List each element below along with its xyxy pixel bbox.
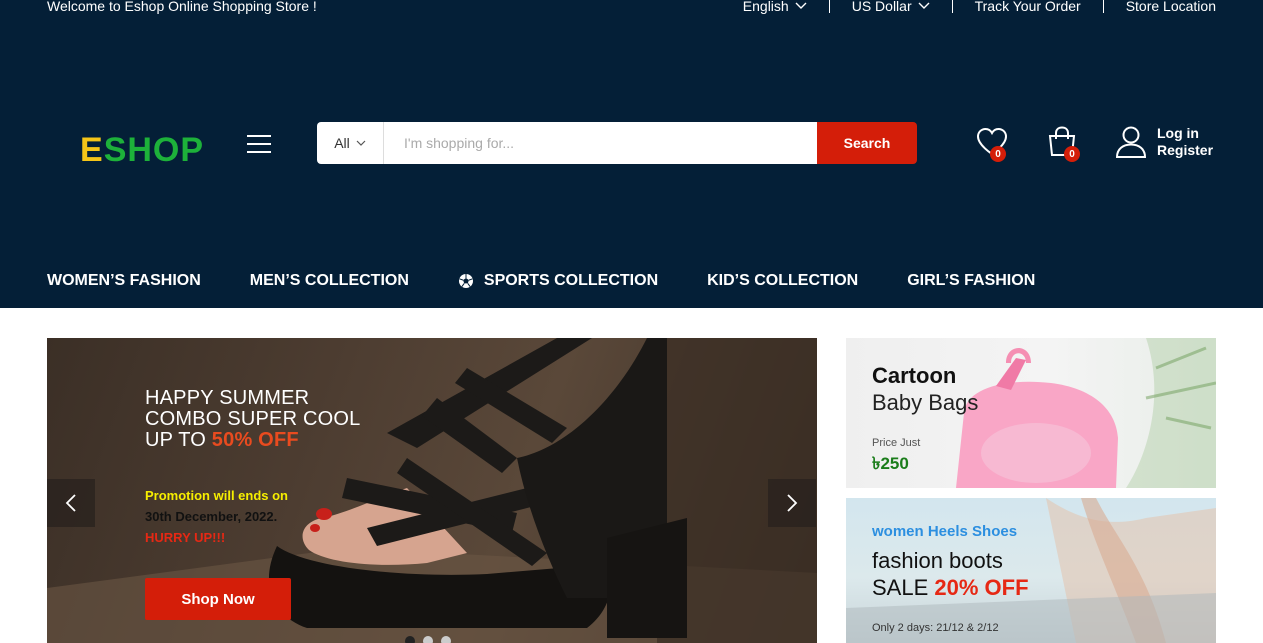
wishlist-button[interactable]: 0 xyxy=(975,124,1015,164)
currency-selector[interactable]: US Dollar xyxy=(852,0,930,14)
banner-shoes-sale: SALE 20% OFF xyxy=(872,575,1029,601)
slider-dot[interactable] xyxy=(441,636,451,643)
nav-item-label: SPORTS COLLECTION xyxy=(483,272,659,289)
banner-shoes-title: fashion boots xyxy=(872,548,1003,573)
shop-now-button[interactable]: Shop Now xyxy=(145,578,291,620)
banner-shoes-tagline: women Heels Shoes xyxy=(872,523,1018,540)
slider-dot[interactable] xyxy=(423,636,433,643)
nav-item-womens-fashion[interactable]: WOMEN’S FASHION xyxy=(47,272,201,290)
store-location-link[interactable]: Store Location xyxy=(1126,0,1216,14)
slider-prev-button[interactable] xyxy=(47,479,95,527)
menu-icon[interactable] xyxy=(247,135,273,153)
nav-item-label: KID’S COLLECTION xyxy=(707,272,859,289)
promo-line-3: HURRY UP!!! xyxy=(145,530,226,545)
nav-item-girls-fashion[interactable]: GIRL’S FASHION xyxy=(907,272,1035,290)
hero-text: HAPPY SUMMER COMBO SUPER COOL UP TO 50% … xyxy=(145,388,360,548)
main-navigation: WOMEN’S FASHION MEN’S COLLECTION SPORTS … xyxy=(47,272,1084,290)
wishlist-count-badge: 0 xyxy=(990,146,1006,162)
language-label: English xyxy=(742,0,789,14)
slider-dot[interactable] xyxy=(405,636,415,643)
nav-item-label: GIRL’S FASHION xyxy=(907,272,1036,289)
cart-count-badge: 0 xyxy=(1064,146,1080,162)
banner-bags-price-label: Price Just xyxy=(872,437,921,449)
divider xyxy=(1102,0,1104,13)
banner-shoes-note: Only 2 days: 21/12 & 2/12 xyxy=(872,622,999,634)
nav-item-label: MEN’S COLLECTION xyxy=(249,272,409,289)
chevron-down-icon xyxy=(356,140,366,146)
slider-next-button[interactable] xyxy=(768,479,816,527)
track-order-link[interactable]: Track Your Order xyxy=(975,0,1081,14)
search-bar: All Search xyxy=(317,122,917,164)
hero-offer: 50% OFF xyxy=(211,429,299,451)
hero-line-2: COMBO SUPER COOL xyxy=(145,408,361,430)
hero-slider: HAPPY SUMMER COMBO SUPER COOL UP TO 50% … xyxy=(47,338,817,643)
banner-heels-shoes[interactable]: women Heels Shoes fashion boots SALE 20%… xyxy=(846,498,1216,643)
site-header: Welcome to Eshop Online Shopping Store !… xyxy=(0,0,1263,308)
hero-line-1: HAPPY SUMMER xyxy=(145,387,310,409)
hero-line-3-prefix: UP TO xyxy=(145,429,212,451)
divider xyxy=(828,0,830,13)
divider xyxy=(951,0,953,13)
chevron-down-icon xyxy=(795,2,807,9)
search-category-label: All xyxy=(334,135,350,151)
search-input[interactable] xyxy=(384,122,817,164)
banner-bags-price: ৳250 xyxy=(872,454,909,473)
account-links: Log in Register xyxy=(1115,125,1213,159)
register-link[interactable]: Register xyxy=(1157,142,1213,159)
hero-headline: HAPPY SUMMER COMBO SUPER COOL UP TO 50% … xyxy=(145,388,360,451)
chevron-left-icon xyxy=(65,494,76,512)
promo-line-2: 30th December, 2022. xyxy=(145,509,278,524)
nav-item-kids-collection[interactable]: KID’S COLLECTION xyxy=(707,272,858,290)
welcome-text: Welcome to Eshop Online Shopping Store ! xyxy=(47,0,317,14)
topbar-links: English US Dollar Track Your Order Store… xyxy=(743,0,1216,14)
search-button[interactable]: Search xyxy=(817,122,917,164)
banner-bags-subtitle: Baby Bags xyxy=(872,390,979,415)
banner-shoes-sale-prefix: SALE xyxy=(872,575,935,600)
banner-bags-title: Cartoon xyxy=(872,363,957,388)
account-labels: Log in Register xyxy=(1157,125,1213,159)
language-selector[interactable]: English xyxy=(743,0,807,14)
site-logo[interactable]: ESHOP xyxy=(80,130,204,170)
soccer-ball-icon xyxy=(458,274,473,288)
chevron-right-icon xyxy=(787,494,798,512)
currency-label: US Dollar xyxy=(851,0,912,14)
nav-item-label: WOMEN’S FASHION xyxy=(47,272,201,289)
banner-shoes-offer: 20% OFF xyxy=(934,575,1029,600)
nav-item-mens-collection[interactable]: MEN’S COLLECTION xyxy=(250,272,409,290)
user-icon xyxy=(1115,126,1147,158)
search-category-select[interactable]: All xyxy=(317,122,384,164)
promo-line-1: Promotion will ends on xyxy=(145,488,288,503)
logo-first-letter: E xyxy=(80,131,104,169)
hero-promo: Promotion will ends on 30th December, 20… xyxy=(145,485,360,548)
slider-dots xyxy=(405,636,451,643)
logo-rest: SHOP xyxy=(103,131,205,169)
cart-button[interactable]: 0 xyxy=(1045,124,1085,164)
login-link[interactable]: Log in xyxy=(1157,125,1213,142)
chevron-down-icon xyxy=(918,2,930,9)
nav-item-sports-collection[interactable]: SPORTS COLLECTION xyxy=(458,272,658,290)
banner-baby-bags[interactable]: Cartoon Baby Bags Price Just ৳250 xyxy=(846,338,1216,488)
